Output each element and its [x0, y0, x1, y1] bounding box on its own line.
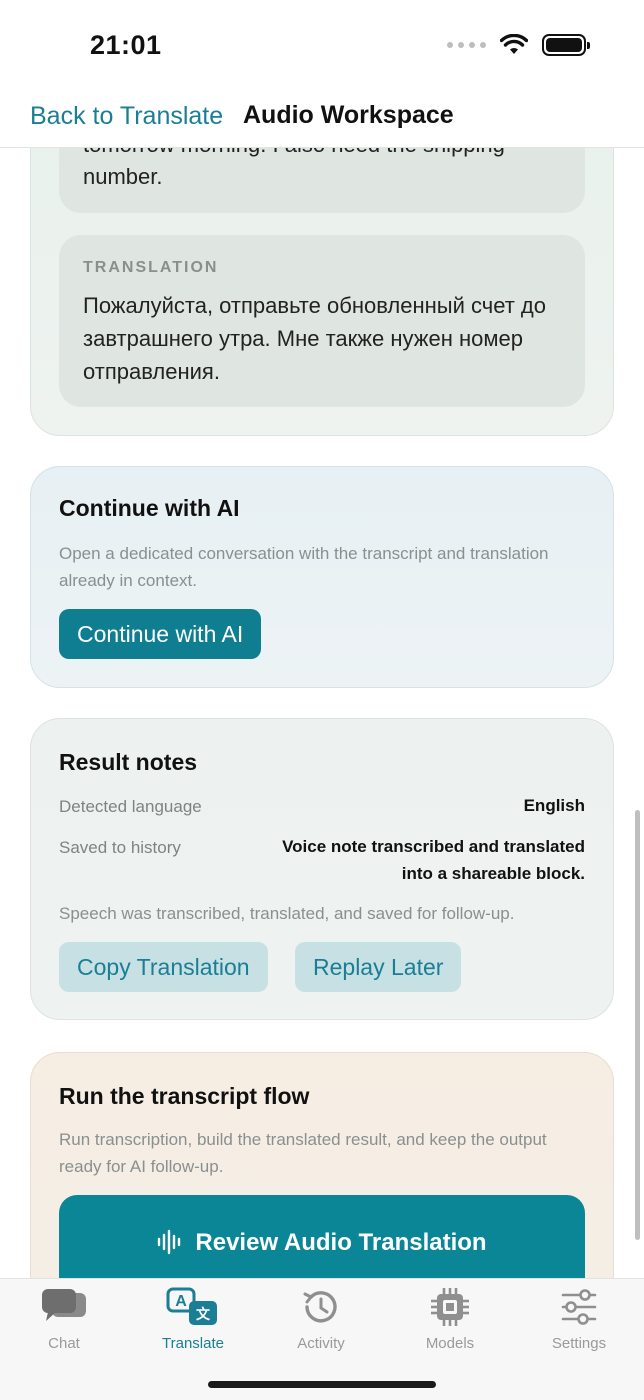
review-audio-translation-label: Review Audio Translation: [195, 1229, 487, 1256]
chip-icon: [431, 1288, 469, 1326]
translation-eyebrow: TRANSLATION: [83, 259, 219, 276]
saved-to-history-value: Voice note transcribed and translated in…: [282, 837, 585, 883]
scrollbar[interactable]: [635, 810, 640, 1240]
tab-translate-label: Translate: [162, 1335, 224, 1352]
battery-icon: [542, 34, 590, 56]
svg-text:文: 文: [196, 1306, 211, 1323]
waveform-icon: [158, 1229, 181, 1255]
source-transcript-box: tomorrow morning. I also need the shippi…: [59, 148, 585, 213]
detected-language-value: English: [523, 796, 585, 815]
tab-settings[interactable]: Settings: [524, 1285, 634, 1355]
tab-activity-label: Activity: [297, 1335, 345, 1352]
source-transcript-text: tomorrow morning. I also need the shippi…: [83, 148, 505, 193]
replay-later-button[interactable]: Replay Later: [295, 942, 462, 992]
content-scroll-area[interactable]: tomorrow morning. I also need the shippi…: [0, 148, 644, 1278]
translation-text: Пожалуйста, отправьте обновленный счет д…: [83, 293, 546, 384]
continue-with-ai-card: Continue with AI Open a dedicated conver…: [30, 466, 614, 688]
tab-activity[interactable]: Activity: [266, 1285, 376, 1355]
status-time: 21:01: [90, 30, 162, 60]
translate-icon: A 文: [166, 1287, 217, 1325]
copy-translation-button[interactable]: Copy Translation: [59, 942, 268, 992]
tab-models-label: Models: [425, 1335, 475, 1352]
saved-to-history-label: Saved to history: [59, 838, 181, 857]
continue-with-ai-button[interactable]: Continue with AI: [59, 609, 262, 659]
navigation-bar: Back to Translate Audio Workspace: [0, 92, 644, 148]
cellular-signal-icon: [447, 42, 486, 48]
flow-card-description: Run transcription, build the translated …: [59, 1130, 547, 1176]
continue-card-description: Open a dedicated conversation with the t…: [59, 544, 549, 590]
source-transcript-line: tomorrow morning. I also need the shippi…: [83, 148, 505, 161]
page-title: Audio Workspace: [243, 101, 454, 129]
tab-chat-label: Chat: [48, 1335, 80, 1352]
continue-card-title: Continue with AI: [59, 495, 240, 521]
review-audio-translation-button[interactable]: Review Audio Translation: [59, 1195, 585, 1278]
translation-box: TRANSLATION Пожалуйста, отправьте обновл…: [59, 235, 585, 407]
detected-language-label: Detected language: [59, 797, 202, 816]
result-notes-footnote: Speech was transcribed, translated, and …: [59, 904, 515, 923]
tab-chat[interactable]: Chat: [9, 1285, 119, 1355]
source-transcript-line: number.: [83, 164, 163, 189]
chat-bubbles-icon: [42, 1289, 86, 1321]
status-bar: 21:01: [0, 0, 644, 92]
tab-settings-label: Settings: [551, 1335, 607, 1352]
flow-card-title: Run the transcript flow: [59, 1083, 310, 1109]
back-to-translate-link[interactable]: Back to Translate: [30, 102, 223, 131]
svg-text:A: A: [175, 1293, 187, 1310]
tab-translate[interactable]: A 文 Translate: [138, 1285, 248, 1355]
sliders-icon: [561, 1289, 597, 1325]
result-notes-title: Result notes: [59, 749, 198, 775]
status-icons: [447, 34, 590, 56]
wifi-icon: [500, 34, 528, 54]
result-notes-card: Result notes Detected language English S…: [30, 718, 614, 1020]
tab-models[interactable]: Models: [395, 1285, 505, 1355]
home-indicator: [208, 1381, 436, 1388]
transcript-flow-card: Run the transcript flow Run transcriptio…: [30, 1052, 614, 1278]
history-clock-icon: [303, 1291, 337, 1323]
transcript-card: tomorrow morning. I also need the shippi…: [30, 148, 614, 436]
